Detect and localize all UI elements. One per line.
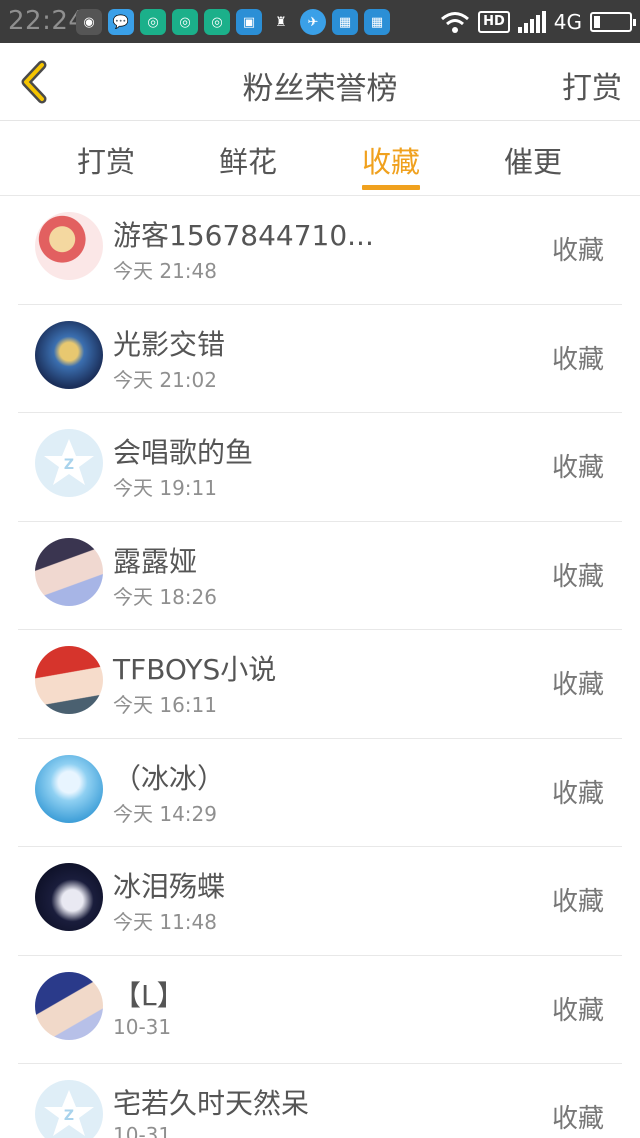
avatar xyxy=(35,212,103,280)
action-label: 收藏 xyxy=(551,670,604,700)
list-item[interactable]: Z 会唱歌的鱼 今天 19:11 收藏 xyxy=(18,413,622,522)
avatar: Z xyxy=(35,1080,103,1138)
notification-icons: ◉ 💬 ◎ ◎ ◎ ▣ ♜ ✈ ▦ ▦ xyxy=(76,8,390,36)
status-time: 22:24 xyxy=(8,6,86,36)
fan-time: 今天 21:48 xyxy=(113,259,217,283)
list-item[interactable]: 【L】 10-31 收藏 xyxy=(18,956,622,1064)
action-label: 收藏 xyxy=(551,1104,604,1134)
avatar xyxy=(35,320,103,389)
list-item[interactable]: 游客1567844710... 今天 21:48 收藏 xyxy=(18,196,622,305)
fan-name: TFBOYS小说 xyxy=(113,653,277,686)
tab-reward[interactable]: 打赏 xyxy=(66,139,146,181)
fan-name: 露露娅 xyxy=(113,544,198,578)
fan-name: 宅若久时天然呆 xyxy=(113,1087,310,1120)
robot-icon: ◉ xyxy=(76,9,102,35)
fan-time: 今天 16:11 xyxy=(113,693,217,717)
action-label: 收藏 xyxy=(551,778,604,809)
action-label: 收藏 xyxy=(551,453,604,483)
avatar xyxy=(35,863,103,931)
tab-flowers[interactable]: 鲜花 xyxy=(208,139,288,181)
list-item[interactable]: TFBOYS小说 今天 16:11 收藏 xyxy=(18,630,622,739)
svg-text:Z: Z xyxy=(64,1108,74,1124)
wifi-icon xyxy=(441,12,470,33)
svg-text:Z: Z xyxy=(64,457,74,473)
tab-urge-update[interactable]: 催更 xyxy=(493,139,573,181)
app-icon: ◎ xyxy=(172,9,198,35)
fan-time: 今天 19:11 xyxy=(113,476,217,500)
calendar-icon: ▦ xyxy=(332,9,358,35)
fan-time: 10-31 xyxy=(113,1014,172,1039)
avatar xyxy=(35,971,103,1040)
list-item[interactable]: 光影交错 今天 21:02 收藏 xyxy=(18,305,622,413)
action-label: 收藏 xyxy=(551,344,604,375)
fan-name: 光影交错 xyxy=(113,327,226,361)
tab-bar: 打赏 鲜花 收藏 催更 xyxy=(0,121,640,196)
fan-time: 今天 18:26 xyxy=(113,584,217,609)
fan-time: 今天 14:29 xyxy=(113,801,217,826)
signal-icon xyxy=(517,11,546,33)
action-label: 收藏 xyxy=(551,561,604,592)
action-label: 收藏 xyxy=(551,995,604,1026)
list-item[interactable]: 冰泪殇蝶 今天 11:48 收藏 xyxy=(18,847,622,956)
default-avatar-icon: Z xyxy=(44,439,94,485)
action-label: 收藏 xyxy=(551,887,604,917)
fan-name: 会唱歌的鱼 xyxy=(113,436,254,469)
calendar-icon: ▦ xyxy=(364,9,390,35)
tab-favorites[interactable]: 收藏 xyxy=(351,139,431,181)
default-avatar-icon: Z xyxy=(44,1090,94,1136)
list-item[interactable]: Z 宅若久时天然呆 10-31 收藏 xyxy=(18,1064,622,1138)
fly-icon: ✈ xyxy=(300,9,326,35)
top-nav-bar: 粉丝荣誉榜 打赏 xyxy=(0,43,640,121)
hd-badge: HD xyxy=(478,11,510,33)
app-icon: ◎ xyxy=(204,9,230,35)
fan-name: 游客1567844710... xyxy=(113,219,374,252)
action-label: 收藏 xyxy=(551,236,604,266)
fan-name: 【L】 xyxy=(113,978,185,1012)
page-title: 粉丝荣誉榜 xyxy=(242,71,398,107)
brush-icon: ♜ xyxy=(275,14,287,30)
battery-icon xyxy=(590,12,636,32)
fan-list: 游客1567844710... 今天 21:48 收藏 光影交错 今天 21:0… xyxy=(18,196,622,1138)
status-bar: 22:24 ◉ 💬 ◎ ◎ ◎ ▣ ♜ ✈ ▦ ▦ HD 4G xyxy=(0,0,640,43)
list-item[interactable]: （冰冰） 今天 14:29 收藏 xyxy=(18,739,622,847)
avatar xyxy=(35,754,103,823)
scan-icon: ▣ xyxy=(236,9,262,35)
avatar xyxy=(35,646,103,714)
fan-time: 今天 21:02 xyxy=(113,367,217,392)
active-tab-indicator xyxy=(362,185,420,190)
system-indicators: HD 4G xyxy=(440,8,636,36)
avatar xyxy=(35,537,103,606)
chat-icon: 💬 xyxy=(108,9,134,35)
fan-name: （冰冰） xyxy=(113,761,226,795)
reward-button[interactable]: 打赏 xyxy=(562,63,622,107)
fan-time: 今天 11:48 xyxy=(113,910,217,934)
network-type: 4G xyxy=(553,10,582,34)
app-icon: ◎ xyxy=(140,9,166,35)
list-item[interactable]: 露露娅 今天 18:26 收藏 xyxy=(18,522,622,630)
fan-time: 10-31 xyxy=(113,1123,172,1138)
fan-name: 冰泪殇蝶 xyxy=(113,870,226,903)
avatar: Z xyxy=(35,429,103,497)
